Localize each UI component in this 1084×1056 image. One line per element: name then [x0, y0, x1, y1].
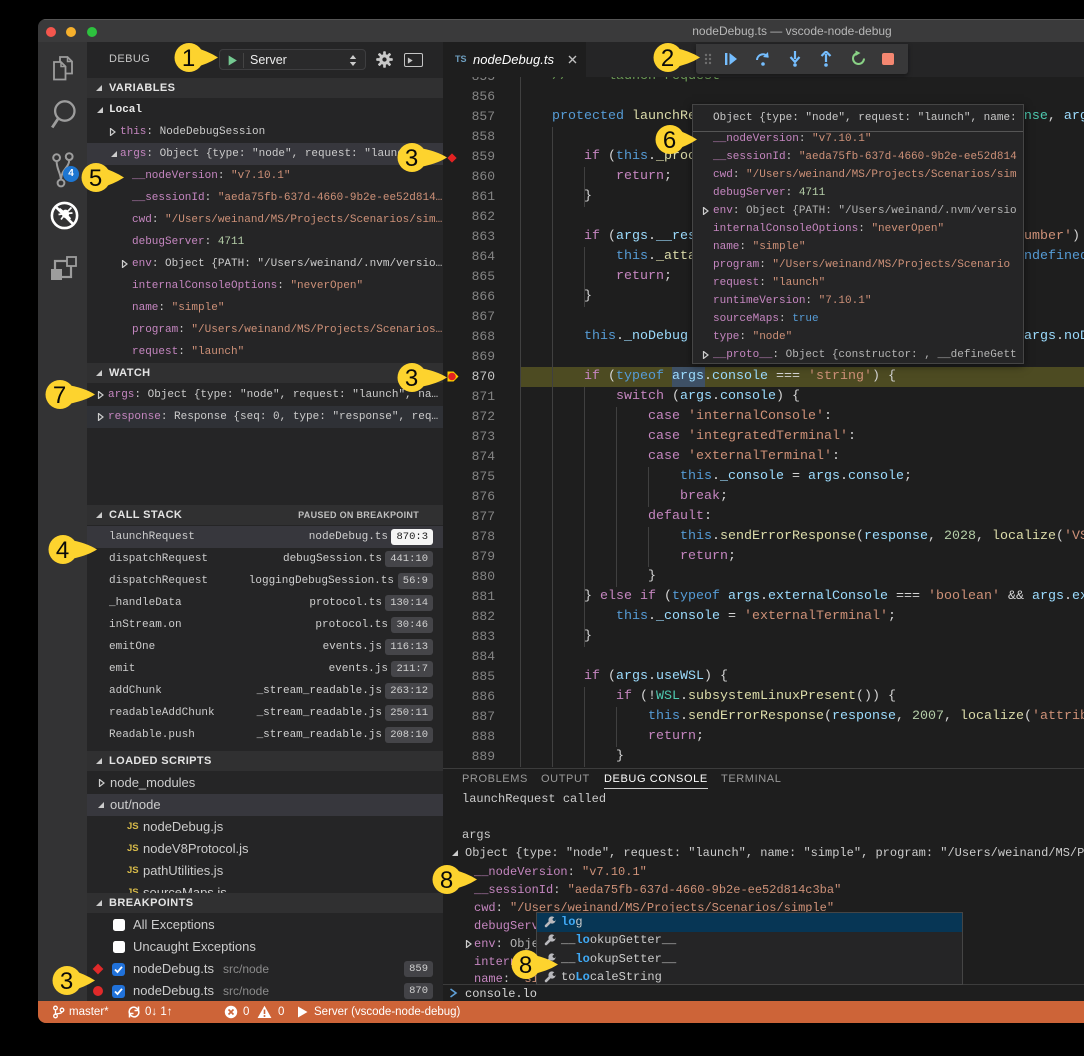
svg-text:6: 6: [663, 127, 676, 154]
svg-text:2: 2: [661, 45, 674, 72]
svg-text:7: 7: [53, 382, 66, 409]
svg-text:3: 3: [405, 145, 418, 172]
svg-text:8: 8: [519, 952, 532, 979]
svg-text:3: 3: [405, 365, 418, 392]
svg-text:1: 1: [182, 45, 195, 72]
svg-text:4: 4: [56, 537, 69, 564]
svg-text:5: 5: [89, 165, 102, 192]
svg-text:8: 8: [440, 867, 453, 894]
svg-text:3: 3: [60, 968, 73, 995]
